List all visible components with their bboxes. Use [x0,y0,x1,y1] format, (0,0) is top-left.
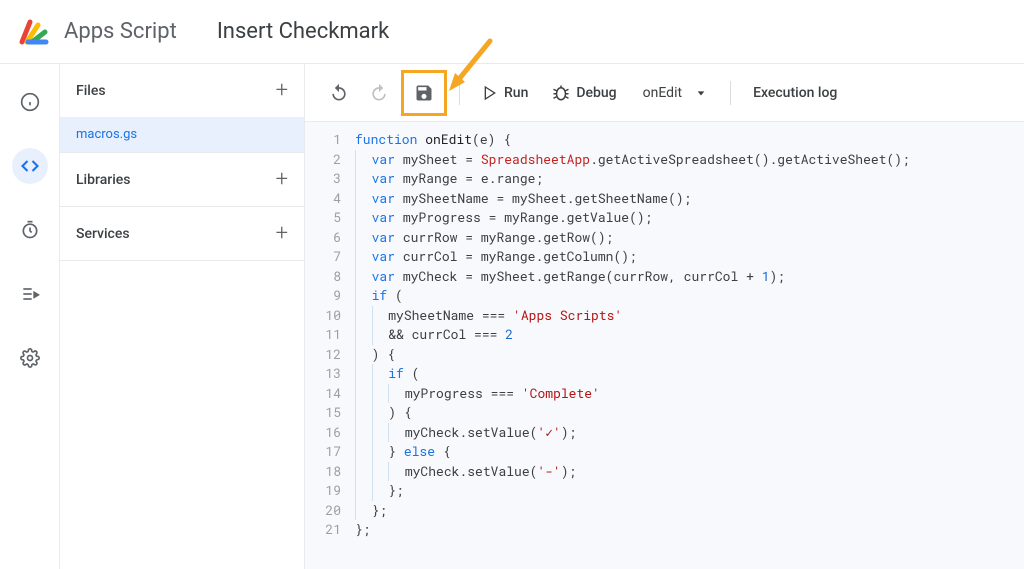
code-content[interactable]: function onEdit(e) { var mySheet = Sprea… [355,130,1024,569]
files-section: Files + [60,64,304,117]
function-selected: onEdit [643,85,682,101]
divider [730,81,731,105]
rail-executions[interactable] [12,276,48,312]
content-area: Run Debug onEdit Execution log 123456789… [305,64,1024,569]
debug-label: Debug [576,85,616,101]
toolbar: Run Debug onEdit Execution log [305,64,1024,122]
rail-overview[interactable] [12,84,48,120]
code-editor[interactable]: 123456789101112131415161718192021 functi… [305,122,1024,569]
save-highlight-box [401,70,447,116]
add-file-button[interactable]: + [276,78,288,103]
rail-settings[interactable] [12,340,48,376]
add-service-button[interactable]: + [276,221,288,246]
apps-script-logo [16,14,52,50]
app-header: Apps Script Insert Checkmark [0,0,1024,64]
divider [459,81,460,105]
files-label: Files [76,83,106,99]
services-section: Services + [60,207,304,260]
run-label: Run [504,85,528,101]
chevron-down-icon [696,88,706,98]
rail-triggers[interactable] [12,212,48,248]
add-library-button[interactable]: + [276,167,288,192]
project-name[interactable]: Insert Checkmark [217,19,389,44]
file-item[interactable]: macros.gs [60,117,304,152]
function-select[interactable]: onEdit [631,75,718,111]
left-rail [0,64,60,569]
libraries-section: Libraries + [60,153,304,206]
redo-button[interactable] [361,75,397,111]
app-name: Apps Script [64,19,177,44]
save-button[interactable] [406,75,442,111]
execution-log-label: Execution log [753,85,837,101]
rail-editor[interactable] [12,148,48,184]
execution-log-button[interactable]: Execution log [743,75,847,111]
libraries-label: Libraries [76,172,130,188]
undo-button[interactable] [321,75,357,111]
services-label: Services [76,226,130,242]
line-numbers: 123456789101112131415161718192021 [305,130,355,569]
debug-button[interactable]: Debug [542,75,626,111]
sidebar: Files + macros.gs Libraries + Services + [60,64,305,569]
run-button[interactable]: Run [472,75,538,111]
